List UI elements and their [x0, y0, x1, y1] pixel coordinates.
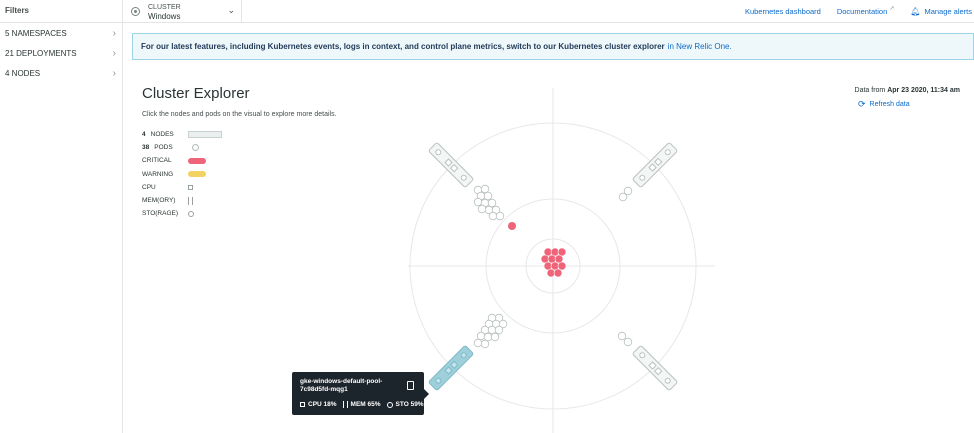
node-top-left[interactable]	[428, 142, 474, 188]
memory-icon	[188, 196, 193, 205]
filter-namespaces-label: 5 NAMESPACES	[5, 28, 67, 38]
refresh-data-button[interactable]: ⟳ Refresh data	[858, 99, 910, 110]
legend-nodes: 4 NODES	[142, 128, 232, 141]
pods-center-critical[interactable]	[540, 247, 567, 278]
manage-alerts-link[interactable]: 🔔︎ Manage alerts	[910, 7, 972, 16]
cpu-icon	[188, 184, 193, 190]
kubernetes-dashboard-link[interactable]: Kubernetes dashboard	[745, 7, 821, 16]
filter-namespaces[interactable]: 5 NAMESPACES ›	[0, 23, 122, 43]
pods-top-left[interactable]	[473, 184, 505, 221]
node-bottom-right[interactable]	[632, 345, 678, 391]
upgrade-banner: For our latest features, including Kuber…	[132, 33, 974, 60]
nodes-label: NODES	[150, 131, 174, 139]
critical-swatch	[188, 157, 206, 164]
cluster-value: Windows	[148, 11, 181, 21]
cpu-icon	[300, 402, 305, 407]
tooltip-mem: MEM 65%	[350, 401, 381, 408]
chevron-right-icon: ›	[112, 67, 116, 79]
pod-swatch	[192, 144, 200, 152]
legend: 4 NODES 38 PODS CRITICAL WARNING CPU MEM…	[142, 128, 232, 220]
new-relic-one-link[interactable]: in New Relic One.	[668, 42, 732, 51]
legend-pods: 38 PODS	[142, 141, 232, 154]
documentation-label: Documentation	[836, 7, 888, 16]
page-title: Cluster Explorer	[142, 85, 250, 102]
sto-label: STO(RAGE)	[142, 210, 178, 218]
legend-sto: STO(RAGE)	[142, 207, 232, 220]
banner-text: For our latest features, including Kuber…	[141, 42, 665, 51]
filter-deployments[interactable]: 21 DEPLOYMENTS ›	[0, 43, 122, 63]
tooltip-cpu: CPU 18%	[308, 401, 337, 408]
documentation-link[interactable]: Documentation ↗	[836, 6, 895, 16]
cluster-visualization[interactable]	[395, 85, 715, 433]
pods-count: 38	[142, 144, 150, 152]
node-tooltip: gke-windows-default-pool-7c98d5fd-mqg1 C…	[292, 372, 429, 415]
manage-alerts-label: Manage alerts	[924, 7, 972, 16]
top-bar: CLUSTER Windows ⌄ Kubernetes dashboard D…	[123, 0, 974, 23]
tooltip-sto: STO 59%	[395, 401, 424, 408]
node-bottom-left-selected[interactable]	[428, 345, 474, 391]
legend-warning: WARNING	[142, 168, 232, 181]
chevron-right-icon: ›	[112, 27, 116, 39]
tooltip-node-name: gke-windows-default-pool-7c98d5fd-mqg1	[300, 378, 383, 393]
critical-pod[interactable]	[508, 222, 516, 230]
storage-icon	[386, 401, 393, 408]
filters-header: Filters	[0, 0, 122, 23]
filter-nodes-label: 4 NODES	[5, 68, 41, 78]
clipboard-icon[interactable]	[407, 381, 414, 390]
filter-deployments-label: 21 DEPLOYMENTS	[5, 48, 77, 58]
refresh-label: Refresh data	[869, 101, 910, 108]
storage-icon	[188, 210, 194, 217]
page-subtitle: Click the nodes and pods on the visual t…	[142, 111, 337, 118]
pods-bottom-right[interactable]	[617, 331, 633, 347]
external-link-icon: ↗	[889, 6, 895, 12]
chevron-down-icon: ⌄	[227, 5, 235, 15]
cluster-icon	[131, 7, 140, 16]
tooltip-stats: CPU 18% MEM 65% STO 59%	[300, 401, 424, 408]
data-from-label: Data from	[854, 87, 886, 94]
memory-icon	[342, 401, 348, 408]
cluster-label: CLUSTER	[148, 3, 181, 11]
filters-sidebar: Filters 5 NAMESPACES › 21 DEPLOYMENTS › …	[0, 0, 123, 433]
pods-label: PODS	[154, 144, 173, 152]
bell-icon: 🔔︎	[910, 7, 921, 16]
node-swatch	[187, 131, 222, 139]
warning-label: WARNING	[142, 170, 174, 178]
legend-critical: CRITICAL	[142, 154, 232, 167]
filter-nodes[interactable]: 4 NODES ›	[0, 63, 122, 83]
cpu-label: CPU	[142, 183, 156, 191]
node-top-right[interactable]	[632, 142, 678, 188]
pods-bottom-left[interactable]	[473, 313, 508, 349]
cluster-selector[interactable]: CLUSTER Windows ⌄	[123, 0, 242, 23]
data-timestamp: Data from Apr 23 2020, 11:34 am	[855, 87, 960, 94]
pods-top-right[interactable]	[618, 186, 633, 202]
refresh-icon: ⟳	[858, 99, 866, 109]
warning-swatch	[188, 171, 206, 178]
mem-label: MEM(ORY)	[142, 197, 176, 205]
chevron-right-icon: ›	[112, 47, 116, 59]
legend-cpu: CPU	[142, 181, 232, 194]
data-from-value: Apr 23 2020, 11:34 am	[887, 87, 960, 94]
legend-mem: MEM(ORY)	[142, 194, 232, 207]
critical-label: CRITICAL	[142, 157, 172, 165]
nodes-count: 4	[142, 131, 146, 139]
